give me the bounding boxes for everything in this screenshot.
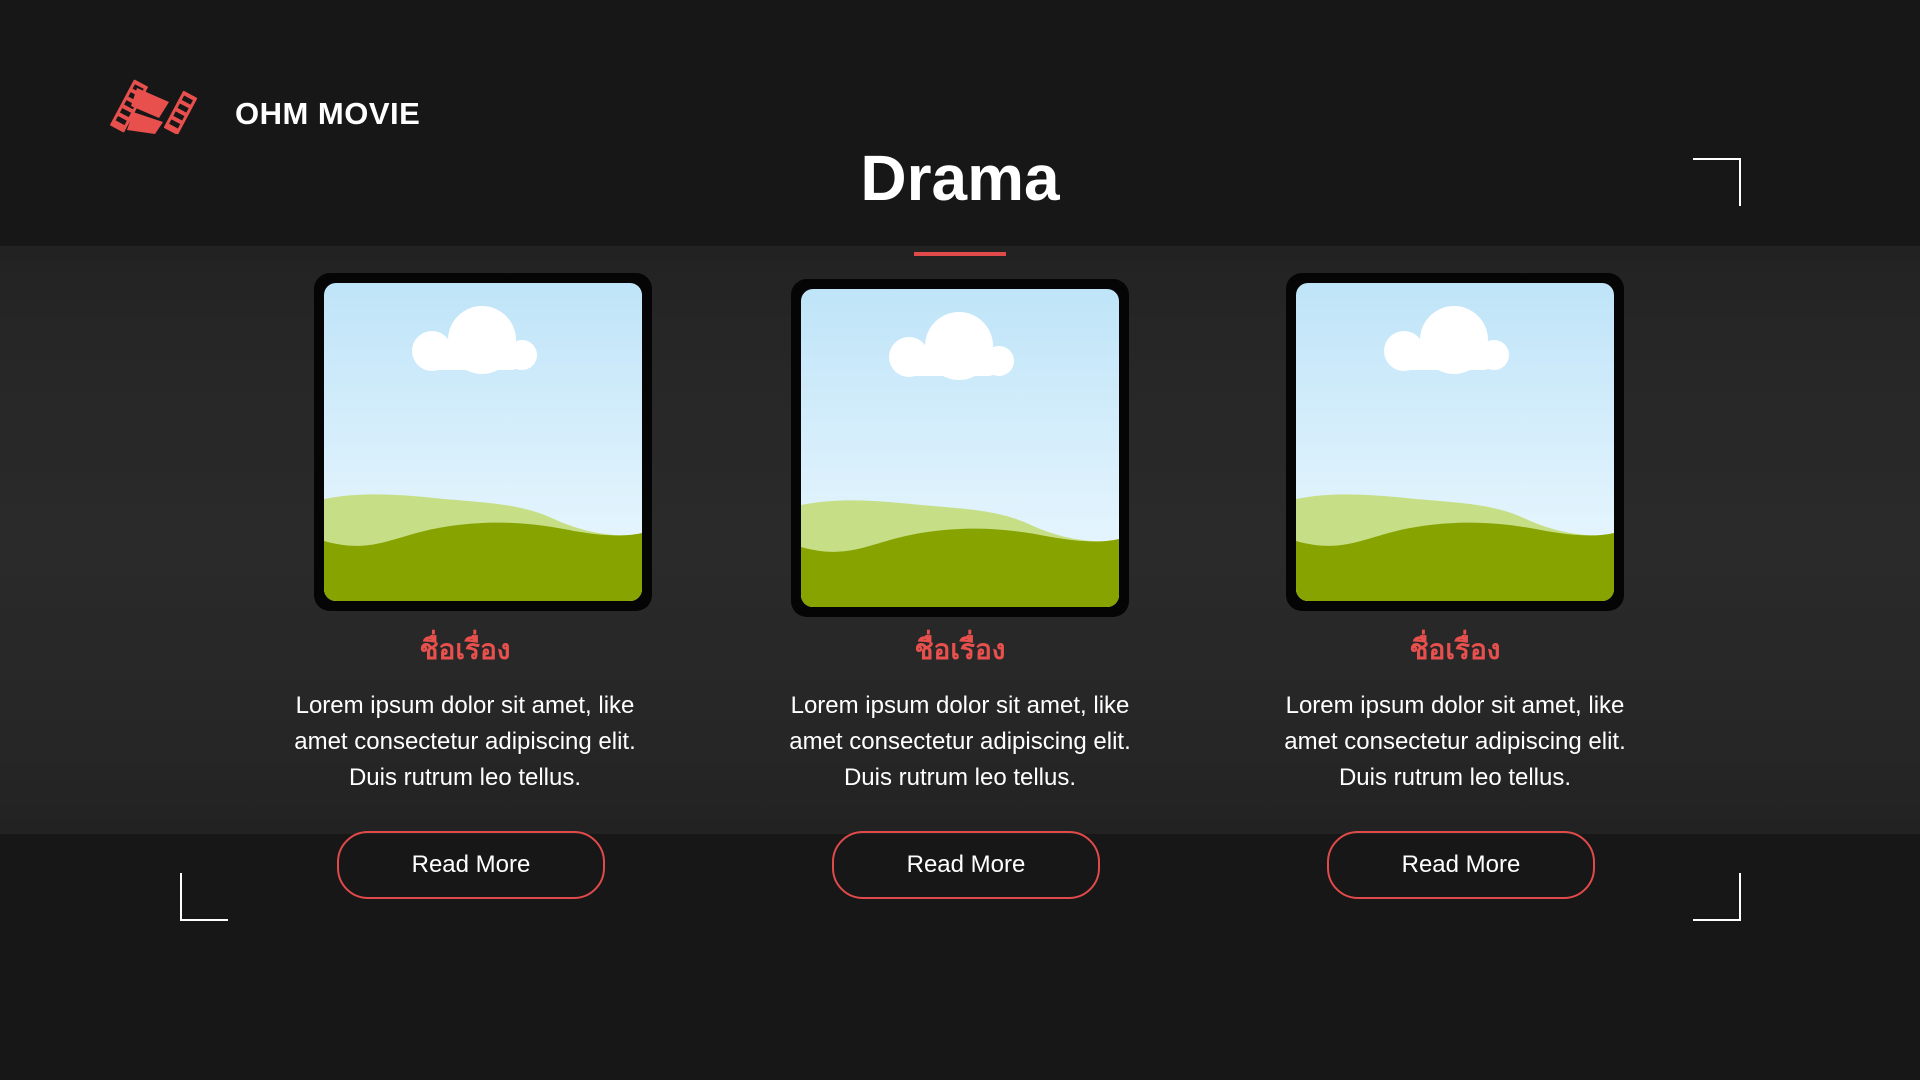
movie-thumbnail[interactable] bbox=[1286, 273, 1624, 611]
card-description: Lorem ipsum dolor sit amet, like amet co… bbox=[294, 692, 636, 791]
landscape-placeholder-icon bbox=[324, 283, 642, 601]
landscape-placeholder-icon bbox=[1296, 283, 1614, 601]
card-title: ชื่อเรื่อง bbox=[419, 634, 511, 665]
card-title: ชื่อเรื่อง bbox=[1409, 634, 1501, 665]
corner-bracket-bottom-left bbox=[180, 873, 228, 921]
card-title: ชื่อเรื่อง bbox=[914, 634, 1006, 665]
read-more-button[interactable]: Read More bbox=[832, 831, 1100, 899]
page: OHM MOVIE Drama ชื่อเรื่อง Lorem ipsum d… bbox=[0, 0, 1920, 1080]
movie-thumbnail[interactable] bbox=[791, 279, 1129, 617]
corner-bracket-top-right bbox=[1693, 158, 1741, 206]
movie-card: ชื่อเรื่อง Lorem ipsum dolor sit amet, l… bbox=[750, 0, 1170, 1080]
movie-card: ชื่อเรื่อง Lorem ipsum dolor sit amet, l… bbox=[255, 0, 675, 1080]
card-description: Lorem ipsum dolor sit amet, like amet co… bbox=[1284, 692, 1626, 791]
movie-thumbnail[interactable] bbox=[314, 273, 652, 611]
film-reel-icon bbox=[110, 79, 198, 134]
landscape-placeholder-icon bbox=[801, 289, 1119, 607]
corner-bracket-bottom-right bbox=[1693, 873, 1741, 921]
read-more-button[interactable]: Read More bbox=[337, 831, 605, 899]
read-more-button[interactable]: Read More bbox=[1327, 831, 1595, 899]
card-description: Lorem ipsum dolor sit amet, like amet co… bbox=[789, 692, 1131, 791]
movie-card: ชื่อเรื่อง Lorem ipsum dolor sit amet, l… bbox=[1245, 0, 1665, 1080]
